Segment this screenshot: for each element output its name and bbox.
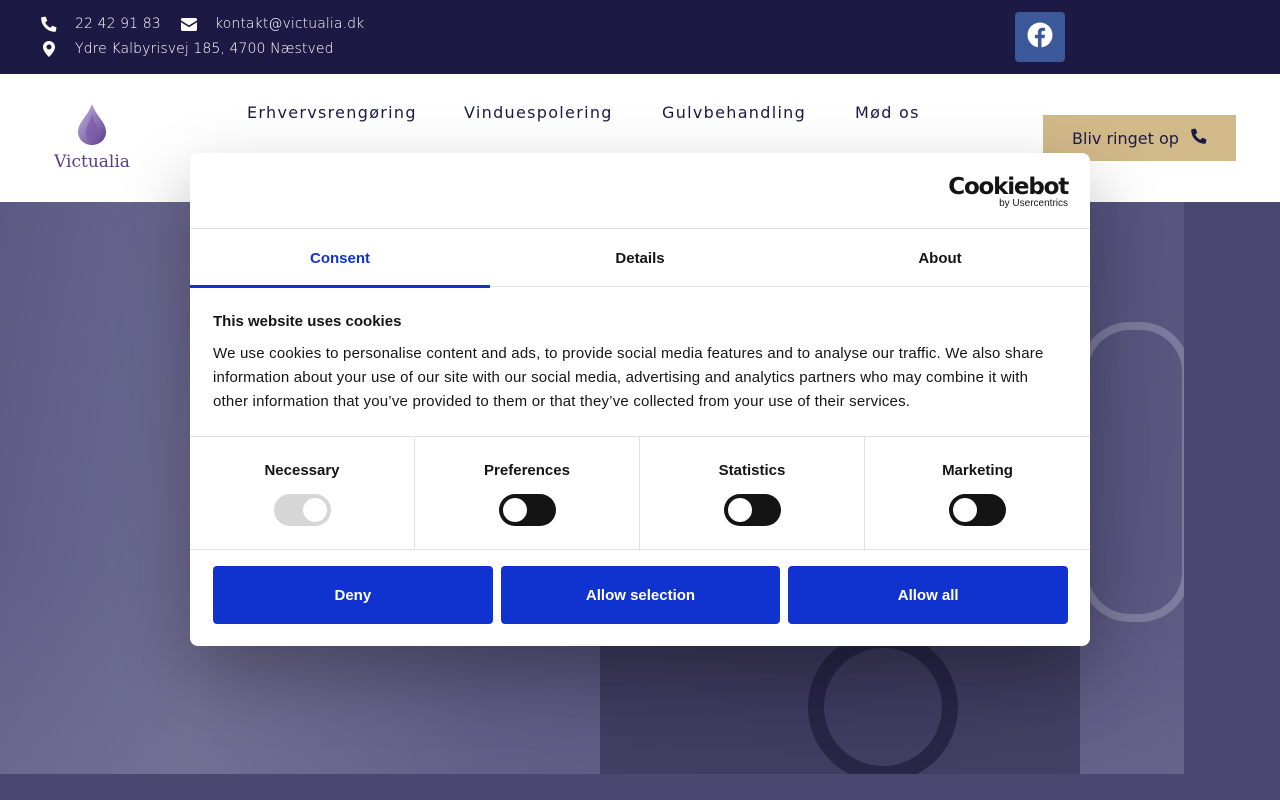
email-contact[interactable]: kontakt@victualia.dk xyxy=(180,15,364,33)
category-necessary: Necessary xyxy=(190,437,415,550)
site-logo[interactable]: Victualia xyxy=(42,102,142,172)
machine-wheel-graphic xyxy=(808,632,958,774)
phone-icon xyxy=(40,15,58,33)
nav-item-gulvbehandling[interactable]: Gulvbehandling xyxy=(662,103,806,122)
cookiebot-brand: Cookiebot xyxy=(948,174,1069,200)
dialog-body: This website uses cookies We use cookies… xyxy=(190,287,1090,437)
phone-icon xyxy=(1191,128,1207,148)
category-preferences: Preferences xyxy=(415,437,640,550)
nav-item-erhvervsrengoring[interactable]: Erhvervsrengøring xyxy=(247,103,417,122)
nav-item-mod-os[interactable]: Mød os xyxy=(855,103,920,122)
necessary-toggle xyxy=(273,494,331,526)
cookiebot-logo[interactable]: Cookiebot by Usercentrics xyxy=(948,174,1069,209)
allow-all-button[interactable]: Allow all xyxy=(788,566,1069,624)
logo-text: Victualia xyxy=(54,152,130,172)
facebook-icon xyxy=(1027,22,1053,52)
phone-contact[interactable]: 22 42 91 83 xyxy=(40,15,161,33)
dialog-heading: This website uses cookies xyxy=(213,313,402,330)
top-bar: 22 42 91 83 kontakt@victualia.dk Ydre Ka… xyxy=(0,0,1280,74)
cookie-categories: Necessary Preferences Statistics Marketi… xyxy=(190,437,1090,550)
preferences-toggle[interactable] xyxy=(498,494,556,526)
call-button-label: Bliv ringet op xyxy=(1072,128,1179,148)
phone-number: 22 42 91 83 xyxy=(75,16,161,32)
category-label: Preferences xyxy=(484,462,570,479)
allow-selection-button[interactable]: Allow selection xyxy=(500,566,781,624)
facebook-button[interactable] xyxy=(1015,12,1065,62)
category-label: Statistics xyxy=(718,462,786,479)
category-label: Necessary xyxy=(264,462,340,479)
address-text: Ydre Kalbyrisvej 185, 4700 Næstved xyxy=(75,41,334,57)
category-label: Marketing xyxy=(942,462,1013,479)
email-address: kontakt@victualia.dk xyxy=(215,16,365,32)
droplet-logo-icon xyxy=(78,104,106,145)
envelope-icon xyxy=(180,15,198,33)
cable-graphic xyxy=(1080,322,1184,622)
tab-about[interactable]: About xyxy=(790,229,1090,287)
dialog-header: Cookiebot by Usercentrics xyxy=(190,153,1090,229)
tab-consent[interactable]: Consent xyxy=(190,229,490,288)
marketing-toggle[interactable] xyxy=(949,494,1006,526)
deny-button[interactable]: Deny xyxy=(213,566,493,624)
address-contact: Ydre Kalbyrisvej 185, 4700 Næstved xyxy=(40,40,334,58)
cookie-consent-dialog: Cookiebot by Usercentrics Consent Detail… xyxy=(190,153,1090,646)
nav-item-vinduespolering[interactable]: Vinduespolering xyxy=(464,103,613,122)
page-bottom xyxy=(0,774,1280,800)
dialog-tabs: Consent Details About xyxy=(190,229,1090,288)
tab-details[interactable]: Details xyxy=(490,229,790,287)
category-statistics: Statistics xyxy=(640,437,865,550)
statistics-toggle[interactable] xyxy=(723,494,781,526)
dialog-actions: Deny Allow selection Allow all xyxy=(190,550,1090,624)
map-pin-icon xyxy=(40,40,58,58)
dialog-text: We use cookies to personalise content an… xyxy=(213,345,1044,410)
category-marketing: Marketing xyxy=(865,437,1090,550)
